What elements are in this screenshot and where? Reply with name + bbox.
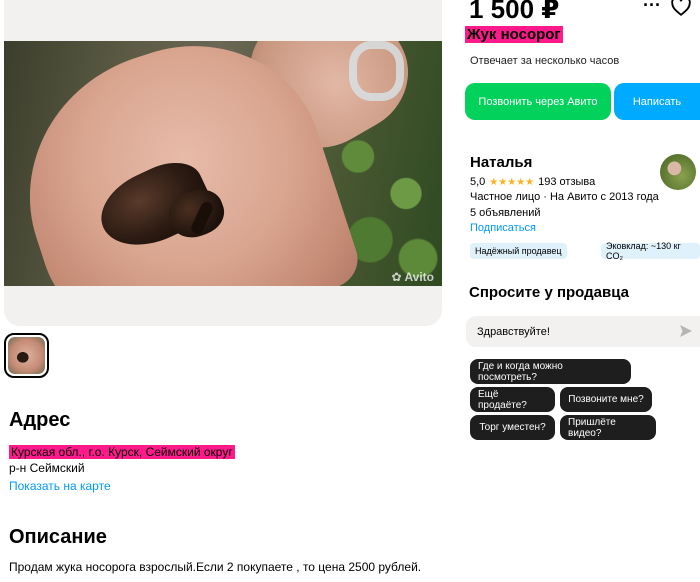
seller-avatar[interactable] [660, 154, 696, 190]
seller-rating[interactable]: 5,0 ★★★★★ 193 отзыва [470, 176, 595, 188]
photo-wristband [349, 41, 404, 101]
address-heading: Адрес [9, 409, 71, 431]
seller-type: Частное лицо · На Авито с 2013 года [470, 191, 659, 203]
eco-contribution-badge[interactable]: Эковклад: ~130 кг CO₂ [601, 241, 700, 261]
write-message-button[interactable]: Написать [614, 83, 700, 120]
address-line: Курская обл., г.о. Курск, Сеймский округ [9, 445, 235, 459]
address-highlight: Курская обл., г.о. Курск, Сеймский округ [9, 445, 235, 459]
description-text: Продам жука носорога взрослый.Если 2 пок… [9, 560, 422, 574]
heart-icon[interactable] [670, 0, 692, 18]
photo-thumbnail[interactable] [4, 333, 49, 378]
listing-title: Жук носорог [465, 26, 563, 43]
avito-watermark: ✿ Avito [391, 270, 434, 284]
show-on-map-link[interactable]: Показать на карте [9, 479, 111, 493]
quick-question-chip[interactable]: Позвоните мне? [560, 387, 652, 412]
response-time: Отвечает за несколько часов [470, 55, 620, 67]
watermark-icon: ✿ [391, 270, 402, 284]
more-icon[interactable]: ··· [641, 0, 663, 14]
reliable-seller-badge[interactable]: Надёжный продавец [470, 243, 567, 259]
subscribe-link[interactable]: Подписаться [470, 222, 536, 234]
listing-price: 1 500 ₽ [469, 0, 560, 24]
reviews-count: 193 отзыва [538, 176, 596, 188]
call-via-avito-button[interactable]: Позвонить через Авито [465, 83, 611, 120]
rating-stars-icon: ★★★★★ [489, 176, 535, 188]
ask-seller-heading: Спросите у продавца [469, 284, 629, 301]
description-heading: Описание [9, 526, 107, 548]
quick-question-chip[interactable]: Ещё продаёте? [470, 387, 555, 412]
title-highlight: Жук носорог [465, 26, 563, 43]
quick-question-chip[interactable]: Где и когда можно посмотреть? [470, 359, 631, 384]
seller-ads-count[interactable]: 5 объявлений [470, 207, 541, 219]
seller-name[interactable]: Наталья [470, 154, 532, 171]
address-district: р-н Сеймский [9, 461, 85, 475]
photo-gallery[interactable]: ✿ Avito [4, 0, 442, 326]
thumbnail-image [8, 337, 45, 374]
quick-question-chip[interactable]: Торг уместен? [470, 415, 555, 440]
message-input[interactable]: Здравствуйте! [466, 316, 700, 347]
watermark-text: Avito [404, 270, 434, 284]
main-photo[interactable]: ✿ Avito [4, 41, 442, 286]
quick-question-chip[interactable]: Пришлёте видео? [560, 415, 656, 440]
rating-value: 5,0 [470, 176, 486, 188]
send-icon[interactable] [679, 324, 693, 338]
